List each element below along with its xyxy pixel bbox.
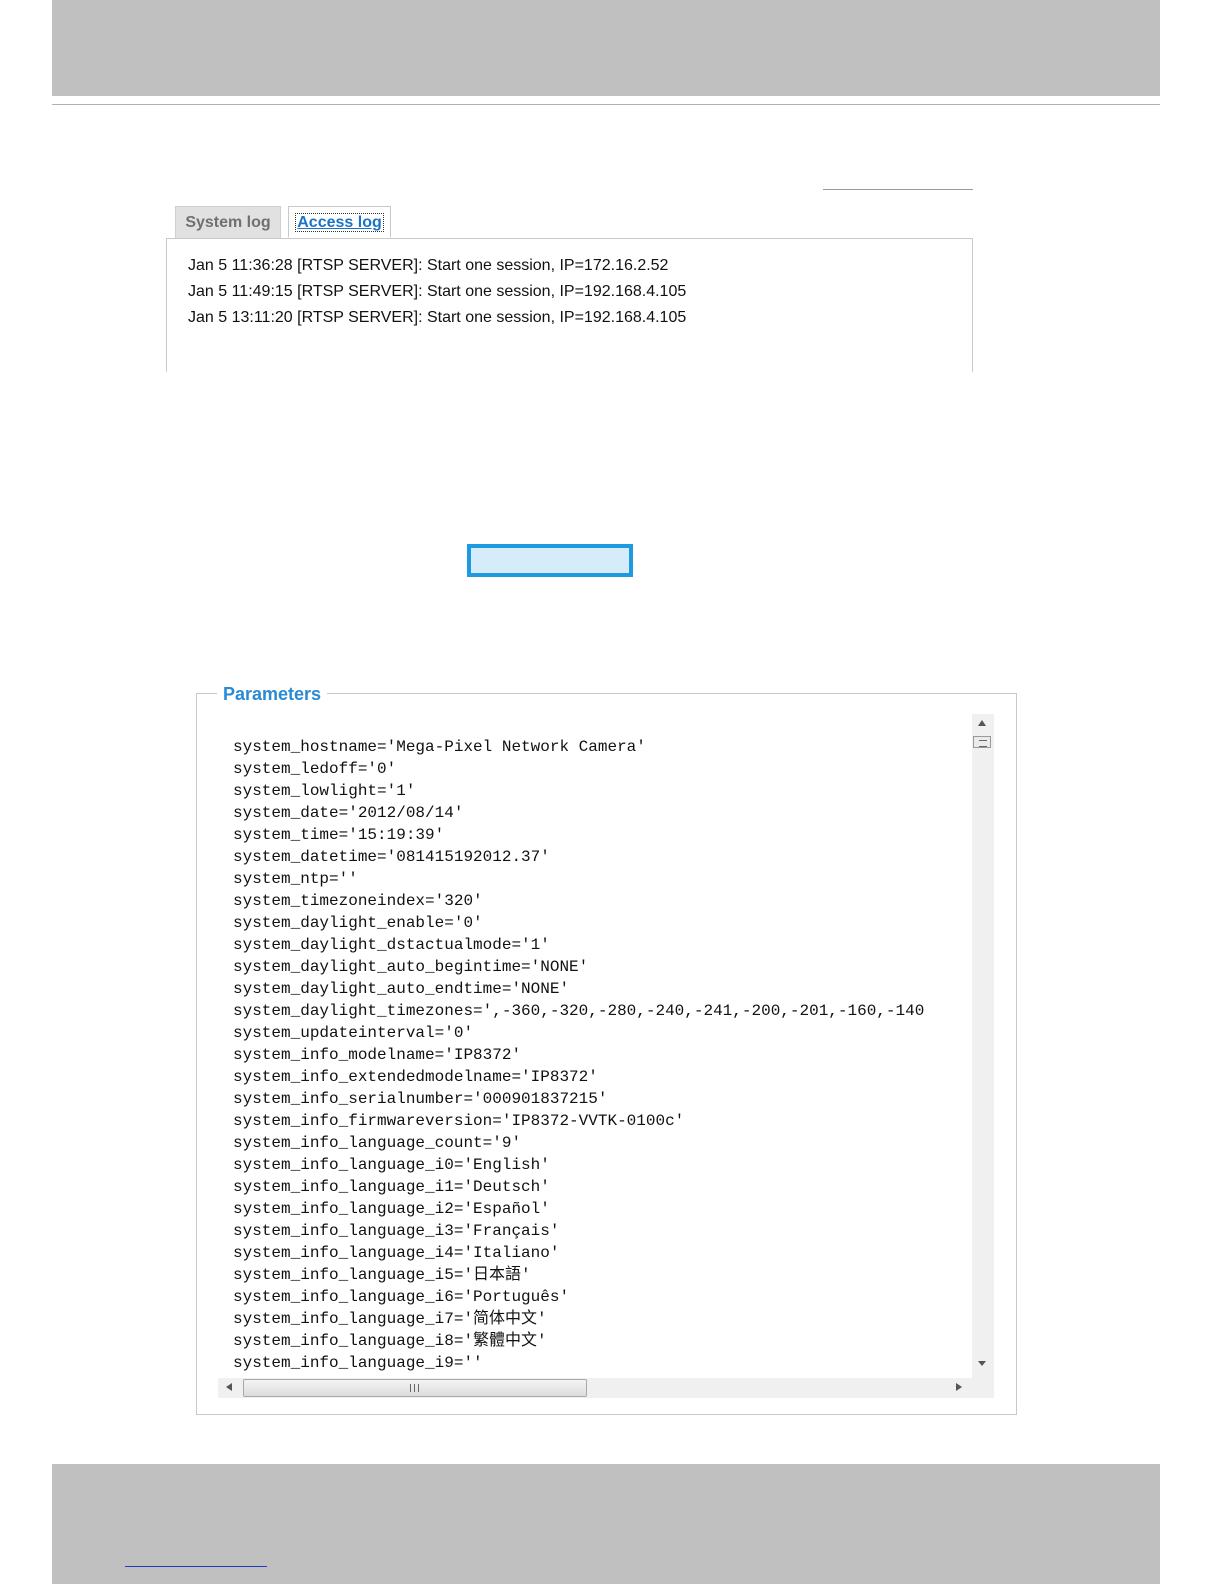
parameter-line: system_info_language_i1='Deutsch': [233, 1178, 550, 1196]
parameter-line: system_info_language_i9='': [233, 1354, 483, 1372]
parameter-line: system_info_language_count='9': [233, 1134, 522, 1152]
grip-icon: [979, 740, 987, 747]
parameter-line: system_timezoneindex='320': [233, 892, 483, 910]
parameter-line: system_info_language_i0='English': [233, 1156, 550, 1174]
parameter-line: system_datetime='081415192012.37': [233, 848, 550, 866]
parameter-line: system_date='2012/08/14': [233, 804, 464, 822]
scroll-right-arrow-icon[interactable]: [956, 1383, 962, 1391]
scroll-up-arrow-icon[interactable]: [978, 720, 986, 726]
parameter-line: system_info_extendedmodelname='IP8372': [233, 1068, 598, 1086]
parameters-legend: Parameters: [217, 684, 328, 705]
vertical-scroll-thumb[interactable]: [973, 736, 991, 748]
log-entry: Jan 5 11:49:15 [RTSP SERVER]: Start one …: [188, 283, 687, 300]
tab-system-log[interactable]: System log: [175, 206, 281, 238]
parameter-line: system_lowlight='1': [233, 782, 416, 800]
crop-mark: [823, 189, 973, 192]
parameter-line: system_daylight_timezones=',-360,-320,-2…: [233, 1002, 925, 1020]
parameter-line: system_daylight_auto_begintime='NONE': [233, 958, 589, 976]
scroll-down-arrow-icon[interactable]: [978, 1361, 986, 1366]
parameter-line: system_info_serialnumber='000901837215': [233, 1090, 608, 1108]
horizontal-scrollbar[interactable]: [218, 1378, 994, 1398]
vertical-scrollbar[interactable]: [972, 714, 994, 1378]
access-log-panel: Jan 5 11:36:28 [RTSP SERVER]: Start one …: [166, 238, 973, 372]
parameter-line: system_info_modelname='IP8372': [233, 1046, 522, 1064]
parameter-line: system_info_firmwareversion='IP8372-VVTK…: [233, 1112, 685, 1130]
parameter-line: system_updateinterval='0': [233, 1024, 474, 1042]
parameter-line: system_info_language_i8='繁體中文': [233, 1332, 547, 1350]
parameters-text-area[interactable]: system_hostname='Mega-Pixel Network Came…: [218, 714, 994, 1398]
parameter-line: system_hostname='Mega-Pixel Network Came…: [233, 738, 646, 756]
tab-access-log-label: Access log: [295, 213, 384, 232]
parameter-line: system_ntp='': [233, 870, 358, 888]
parameters-list: system_hostname='Mega-Pixel Network Came…: [233, 736, 971, 1374]
log-entry: Jan 5 11:36:28 [RTSP SERVER]: Start one …: [188, 257, 669, 274]
parameter-line: system_daylight_dstactualmode='1': [233, 936, 550, 954]
parameter-line: system_daylight_auto_endtime='NONE': [233, 980, 570, 998]
parameter-line: system_info_language_i7='简体中文': [233, 1310, 547, 1328]
parameter-line: system_info_language_i3='Français': [233, 1222, 560, 1240]
header-divider: [52, 104, 1160, 105]
highlighted-button[interactable]: [467, 544, 633, 577]
parameter-line: system_daylight_enable='0': [233, 914, 483, 932]
page-header-band: [52, 0, 1160, 96]
horizontal-scroll-thumb[interactable]: [243, 1379, 587, 1397]
parameter-line: system_time='15:19:39': [233, 826, 445, 844]
footer-link[interactable]: [125, 1551, 267, 1567]
grip-icon: [410, 1384, 419, 1392]
tab-access-log[interactable]: Access log: [288, 206, 391, 238]
log-entry: Jan 5 13:11:20 [RTSP SERVER]: Start one …: [188, 309, 687, 326]
parameter-line: system_ledoff='0': [233, 760, 397, 778]
parameter-line: system_info_language_i6='Português': [233, 1288, 570, 1306]
parameter-line: system_info_language_i4='Italiano': [233, 1244, 560, 1262]
parameter-line: system_info_language_i5='日本語': [233, 1266, 531, 1284]
scroll-left-arrow-icon[interactable]: [226, 1383, 232, 1391]
parameter-line: system_info_language_i2='Español': [233, 1200, 550, 1218]
